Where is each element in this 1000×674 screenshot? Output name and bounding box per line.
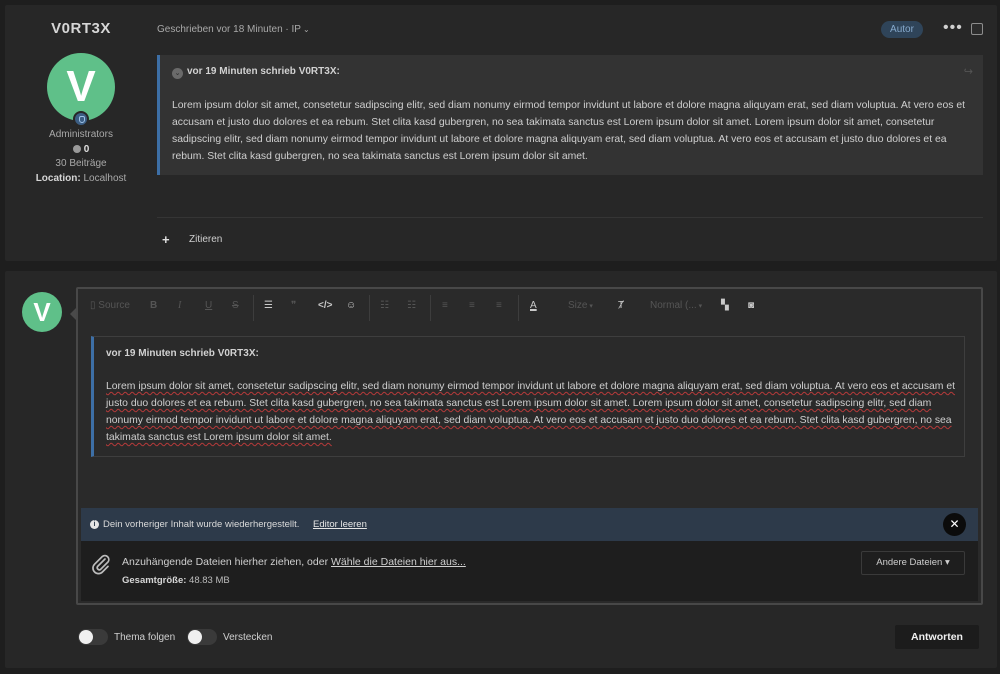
bold-button[interactable]: B [150,299,157,313]
post-count: 30 Beiträge [55,158,107,169]
other-files-button[interactable]: Andere Dateien ▾ [861,551,965,575]
clear-format-icon[interactable]: Ⱦ [618,299,624,313]
quote-text: Lorem ipsum dolor sit amet, consetetur s… [172,100,965,162]
save-icon[interactable]: ◙ [748,299,754,313]
editor-quote-text: Lorem ipsum dolor sit amet, consetetur s… [106,381,956,443]
author-location: Location: Localhost [5,173,157,184]
more-options-icon[interactable]: ••• [943,20,963,36]
align-center-icon[interactable]: ≡ [469,299,475,313]
editor-toolbar: ▯ Source B I U S ☰ ❞ </> ☺ ☷ ☷ ≡ ≡ ≡ A S… [78,289,981,325]
align-right-icon[interactable]: ≡ [496,299,502,313]
follow-topic-toggle[interactable] [78,629,108,645]
editor-frame: ▯ Source B I U S ☰ ❞ </> ☺ ☷ ☷ ≡ ≡ ≡ A S… [76,287,983,605]
total-size-label: Gesamtgröße: [122,575,187,586]
location-value: Localhost [83,173,127,184]
chevron-down-icon: ⌄ [302,25,310,34]
post-meta-text: Geschrieben vor 18 Minuten · IP [157,24,301,35]
strikethrough-button[interactable]: S [232,299,239,313]
attachment-prompt-text: Anzuhängende Dateien hierher ziehen, ode… [122,556,331,568]
toolbar-separator [518,295,519,321]
align-left-icon[interactable]: ≡ [442,299,448,313]
emoji-icon[interactable]: ☺ [346,299,356,313]
numbered-list-icon[interactable]: ☷ [407,299,416,313]
format-select[interactable]: Normal (... [650,299,702,314]
hide-label: Verstecken [223,632,273,643]
underline-button[interactable]: U [205,299,212,313]
attachment-prompt: Anzuhängende Dateien hierher ziehen, ode… [122,556,466,568]
reputation-dot-icon [72,145,81,153]
clear-editor-link[interactable]: Editor leeren [313,519,367,530]
post-card: V0RT3X V Administrators 0 30 Beiträge Lo… [5,5,997,261]
hide-toggle[interactable] [187,629,217,645]
author-group: Administrators [49,129,113,140]
toolbar-separator [430,295,431,321]
text-color-icon[interactable]: A [530,299,537,313]
post-meta[interactable]: Geschrieben vor 18 Minuten · IP ⌄ [157,24,310,35]
source-button[interactable]: ▯ Source [90,299,130,313]
submit-reply-button[interactable]: Antworten [895,625,979,649]
attachment-dropzone[interactable]: Anzuhängende Dateien hierher ziehen, ode… [81,541,978,601]
editor-quote[interactable]: vor 19 Minuten schrieb V0RT3X: Lorem ips… [91,336,965,457]
caret-down-icon: ▾ [944,557,950,568]
code-icon[interactable]: </> [318,299,332,313]
reply-avatar: V [22,292,62,332]
blockquote-icon[interactable]: ❞ [291,299,296,313]
follow-topic-label: Thema folgen [114,632,176,643]
source-icon: ▯ [90,300,96,311]
restore-message: Dein vorheriger Inhalt wurde wiederherge… [103,519,300,530]
source-label: Source [98,300,130,311]
reputation: 0 [5,144,157,155]
info-icon: i [90,520,99,529]
media-icon[interactable]: ▚ [721,299,729,313]
quote-header[interactable]: ⌄ vor 19 Minuten schrieb V0RT3X: [172,66,340,79]
editor-quote-header: vor 19 Minuten schrieb V0RT3X: [106,348,259,359]
attachment-total-size: Gesamtgröße: 48.83 MB [122,575,230,586]
author-badge: Autor [881,21,923,38]
author-username[interactable]: V0RT3X [5,20,157,37]
choose-files-link[interactable]: Wähle die Dateien hier aus... [331,556,466,568]
reply-card: V ▯ Source B I U S ☰ ❞ </> ☺ ☷ ☷ ≡ ≡ ≡ A… [5,271,997,668]
quote-header-text: vor 19 Minuten schrieb V0RT3X: [187,66,340,77]
toolbar-separator [369,295,370,321]
restore-notice: i Dein vorheriger Inhalt wurde wiederher… [81,508,978,541]
paperclip-icon [92,554,110,575]
location-label: Location: [35,173,81,184]
bullet-list-icon[interactable]: ☷ [380,299,389,313]
quote-button[interactable]: Zitieren [189,234,222,245]
select-post-checkbox[interactable] [971,23,983,35]
plus-icon[interactable]: + [162,232,170,247]
post-quote: ⌄ vor 19 Minuten schrieb V0RT3X: ↪ Lorem … [157,55,983,175]
italic-button[interactable]: I [178,299,181,313]
spoiler-icon[interactable]: ☰ [264,299,273,313]
share-icon[interactable]: ↪ [964,65,973,78]
post-divider [157,217,983,218]
font-size-select[interactable]: Size [568,299,593,314]
group-badge-icon [73,111,89,127]
other-files-label: Andere Dateien [876,557,943,568]
close-icon[interactable]: ✕ [943,513,966,536]
reputation-value: 0 [83,144,90,155]
toolbar-separator [253,295,254,321]
collapse-icon[interactable]: ⌄ [172,68,183,79]
total-size-value: 48.83 MB [189,575,230,586]
